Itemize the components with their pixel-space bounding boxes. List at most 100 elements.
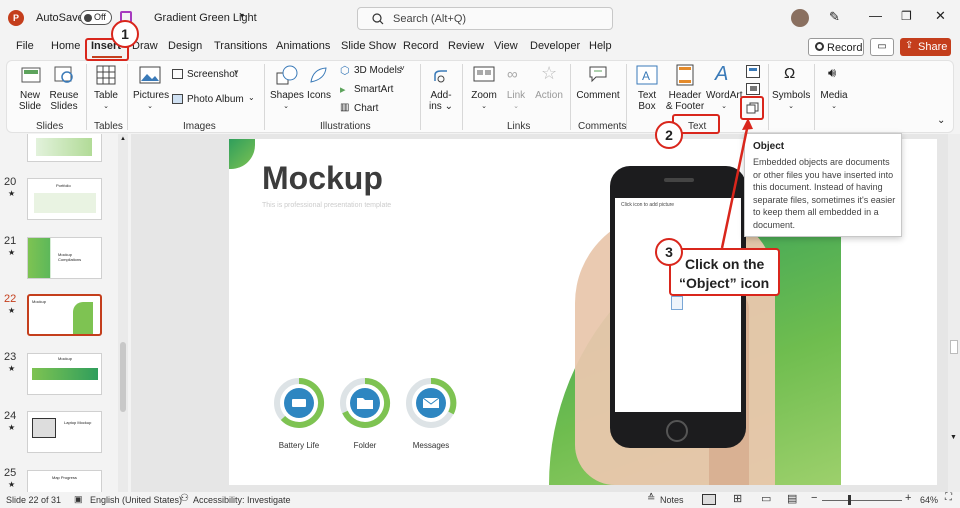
reuse-label-2: Slides [50,101,78,112]
collapse-ribbon-icon[interactable]: ⌄ [937,115,945,126]
link-icon: ∞ [507,66,518,83]
zoom-out-icon[interactable]: − [811,492,817,504]
link-button[interactable]: ∞ Link ⌄ [502,63,530,115]
zoom-slider-thumb[interactable] [848,495,851,505]
donut-messages [406,377,457,428]
header-footer-icon [676,64,694,86]
language-label[interactable]: English (United States) [90,495,182,505]
pen-icon[interactable]: ✎ [829,9,840,25]
notes-icon[interactable]: ≙ [647,493,655,504]
comments-button[interactable]: ▭ [870,38,894,56]
zoom-button[interactable]: Zoom ⌄ [468,63,500,115]
svg-text:A: A [642,69,650,83]
reading-view-icon[interactable]: ▭ [761,492,771,505]
tab-animations[interactable]: Animations [276,40,330,52]
photo-album-icon [172,94,183,104]
slide-thumbnail[interactable]: Laptop Mockup [27,411,102,453]
tab-slide-show[interactable]: Slide Show [341,40,396,52]
header-footer-button[interactable]: Header & Footer [664,63,706,115]
comment-button[interactable]: Comment [576,63,620,115]
star-icon: ★ [8,423,16,432]
object-tooltip: Object Embedded objects are documents or… [744,133,902,237]
chart-button[interactable]: ▥ Chart [340,102,390,117]
tab-help[interactable]: Help [589,40,612,52]
reuse-slides-label: Reuse Slides [48,90,80,112]
close-icon[interactable]: ✕ [935,8,946,24]
slide-title[interactable]: Mockup [262,160,383,197]
tab-view[interactable]: View [494,40,518,52]
wordart-icon: A [715,63,729,85]
tab-design[interactable]: Design [168,40,202,52]
screenshot-button[interactable]: Screenshot ˅ [172,68,252,83]
star-icon: ★ [8,364,16,373]
textbox-button[interactable]: A Text Box [632,63,662,115]
search-box[interactable]: Search (Alt+Q) [357,7,613,30]
slide-number-button[interactable] [746,83,760,95]
smartart-button[interactable]: ▸ SmartArt [340,84,400,98]
icons-button[interactable]: Icons [304,63,334,115]
slide-number-icon [750,86,757,91]
photo-album-button[interactable]: Photo Album ⌄ [172,93,262,108]
fit-slide-icon[interactable]: ⛶ [945,492,952,503]
panel-scrollbar[interactable]: ▲ [118,134,128,492]
scroll-down-icon[interactable]: ▼ [950,434,957,441]
tab-transitions[interactable]: Transitions [214,40,267,52]
tab-file[interactable]: File [16,40,34,52]
new-slide-label-2: Slide [18,101,42,112]
slide-number: 23 [4,351,17,363]
scroll-thumb[interactable] [120,342,126,412]
symbols-button[interactable]: Ω Symbols ⌄ [772,63,810,115]
restore-icon[interactable]: ❐ [901,9,912,23]
notes-button[interactable]: Notes [660,495,684,505]
slideshow-icon[interactable]: ▤ [787,492,797,505]
dropdown-arrow-icon: ˅ [400,64,405,73]
zoom-icon [473,66,495,82]
media-button[interactable]: 🔊︎ Media ⌄ [818,63,850,115]
table-button[interactable]: Table ⌄ [92,63,120,115]
slide-thumbnail[interactable]: Mockup [27,353,102,395]
omega-icon: Ω [784,65,796,82]
new-slide-button[interactable]: New Slide [14,63,46,115]
separator [626,64,627,130]
slide-thumbnail[interactable] [27,134,102,162]
canvas-scrollbar[interactable]: ▼ [948,134,960,492]
zoom-in-icon[interactable]: + [905,492,911,504]
zoom-slider-track[interactable] [822,500,902,501]
slide-thumbnail[interactable]: Portfolio [27,178,102,220]
addins-button[interactable]: Add-ins ⌄ [426,63,456,115]
title-dropdown-icon[interactable]: ▾ [240,11,244,20]
autosave-toggle[interactable]: Off [80,10,112,25]
pictures-button[interactable]: Pictures ⌄ [133,63,169,115]
scroll-thumb[interactable] [950,340,958,354]
zoom-level[interactable]: 64% [920,495,938,505]
scroll-up-icon[interactable]: ▲ [120,136,126,142]
tab-review[interactable]: Review [448,40,484,52]
normal-view-icon[interactable] [702,494,716,505]
spellcheck-icon[interactable]: ▣ [74,494,83,505]
tab-record[interactable]: Record [403,40,438,52]
accessibility-label[interactable]: Accessibility: Investigate [193,495,291,505]
slide-subtitle[interactable]: This is professional presentation templa… [262,202,391,209]
date-time-button[interactable] [746,65,760,78]
3d-models-button[interactable]: ⬡ 3D Models ˅ [340,64,405,79]
shapes-button[interactable]: Shapes ⌄ [270,63,304,115]
record-button[interactable]: Record [808,38,864,56]
share-button[interactable]: ⇪ Share [900,38,951,56]
slide-sorter-icon[interactable]: ⊞ [733,492,742,505]
record-label: Record [827,42,863,54]
reuse-slides-button[interactable]: Reuse Slides [48,63,80,115]
callout-line-1: Click on the [685,256,765,272]
minimize-icon[interactable]: — [869,8,882,23]
group-label-comments: Comments [578,121,627,132]
donut-folder [340,377,391,428]
slide-thumbnail[interactable]: Map Progress [27,470,102,492]
action-button[interactable]: ☆ Action [534,63,564,115]
slide-thumbnail-selected[interactable]: Mockup [27,294,102,336]
slide-thumbnail[interactable]: Mockup Compilations [27,237,102,279]
tab-developer[interactable]: Developer [530,40,580,52]
tab-home[interactable]: Home [51,40,80,52]
wordart-button[interactable]: A WordArt ⌄ [706,63,743,115]
avatar[interactable] [791,9,809,27]
accessibility-icon[interactable]: ⚇ [180,493,189,504]
star-icon: ★ [8,480,16,489]
